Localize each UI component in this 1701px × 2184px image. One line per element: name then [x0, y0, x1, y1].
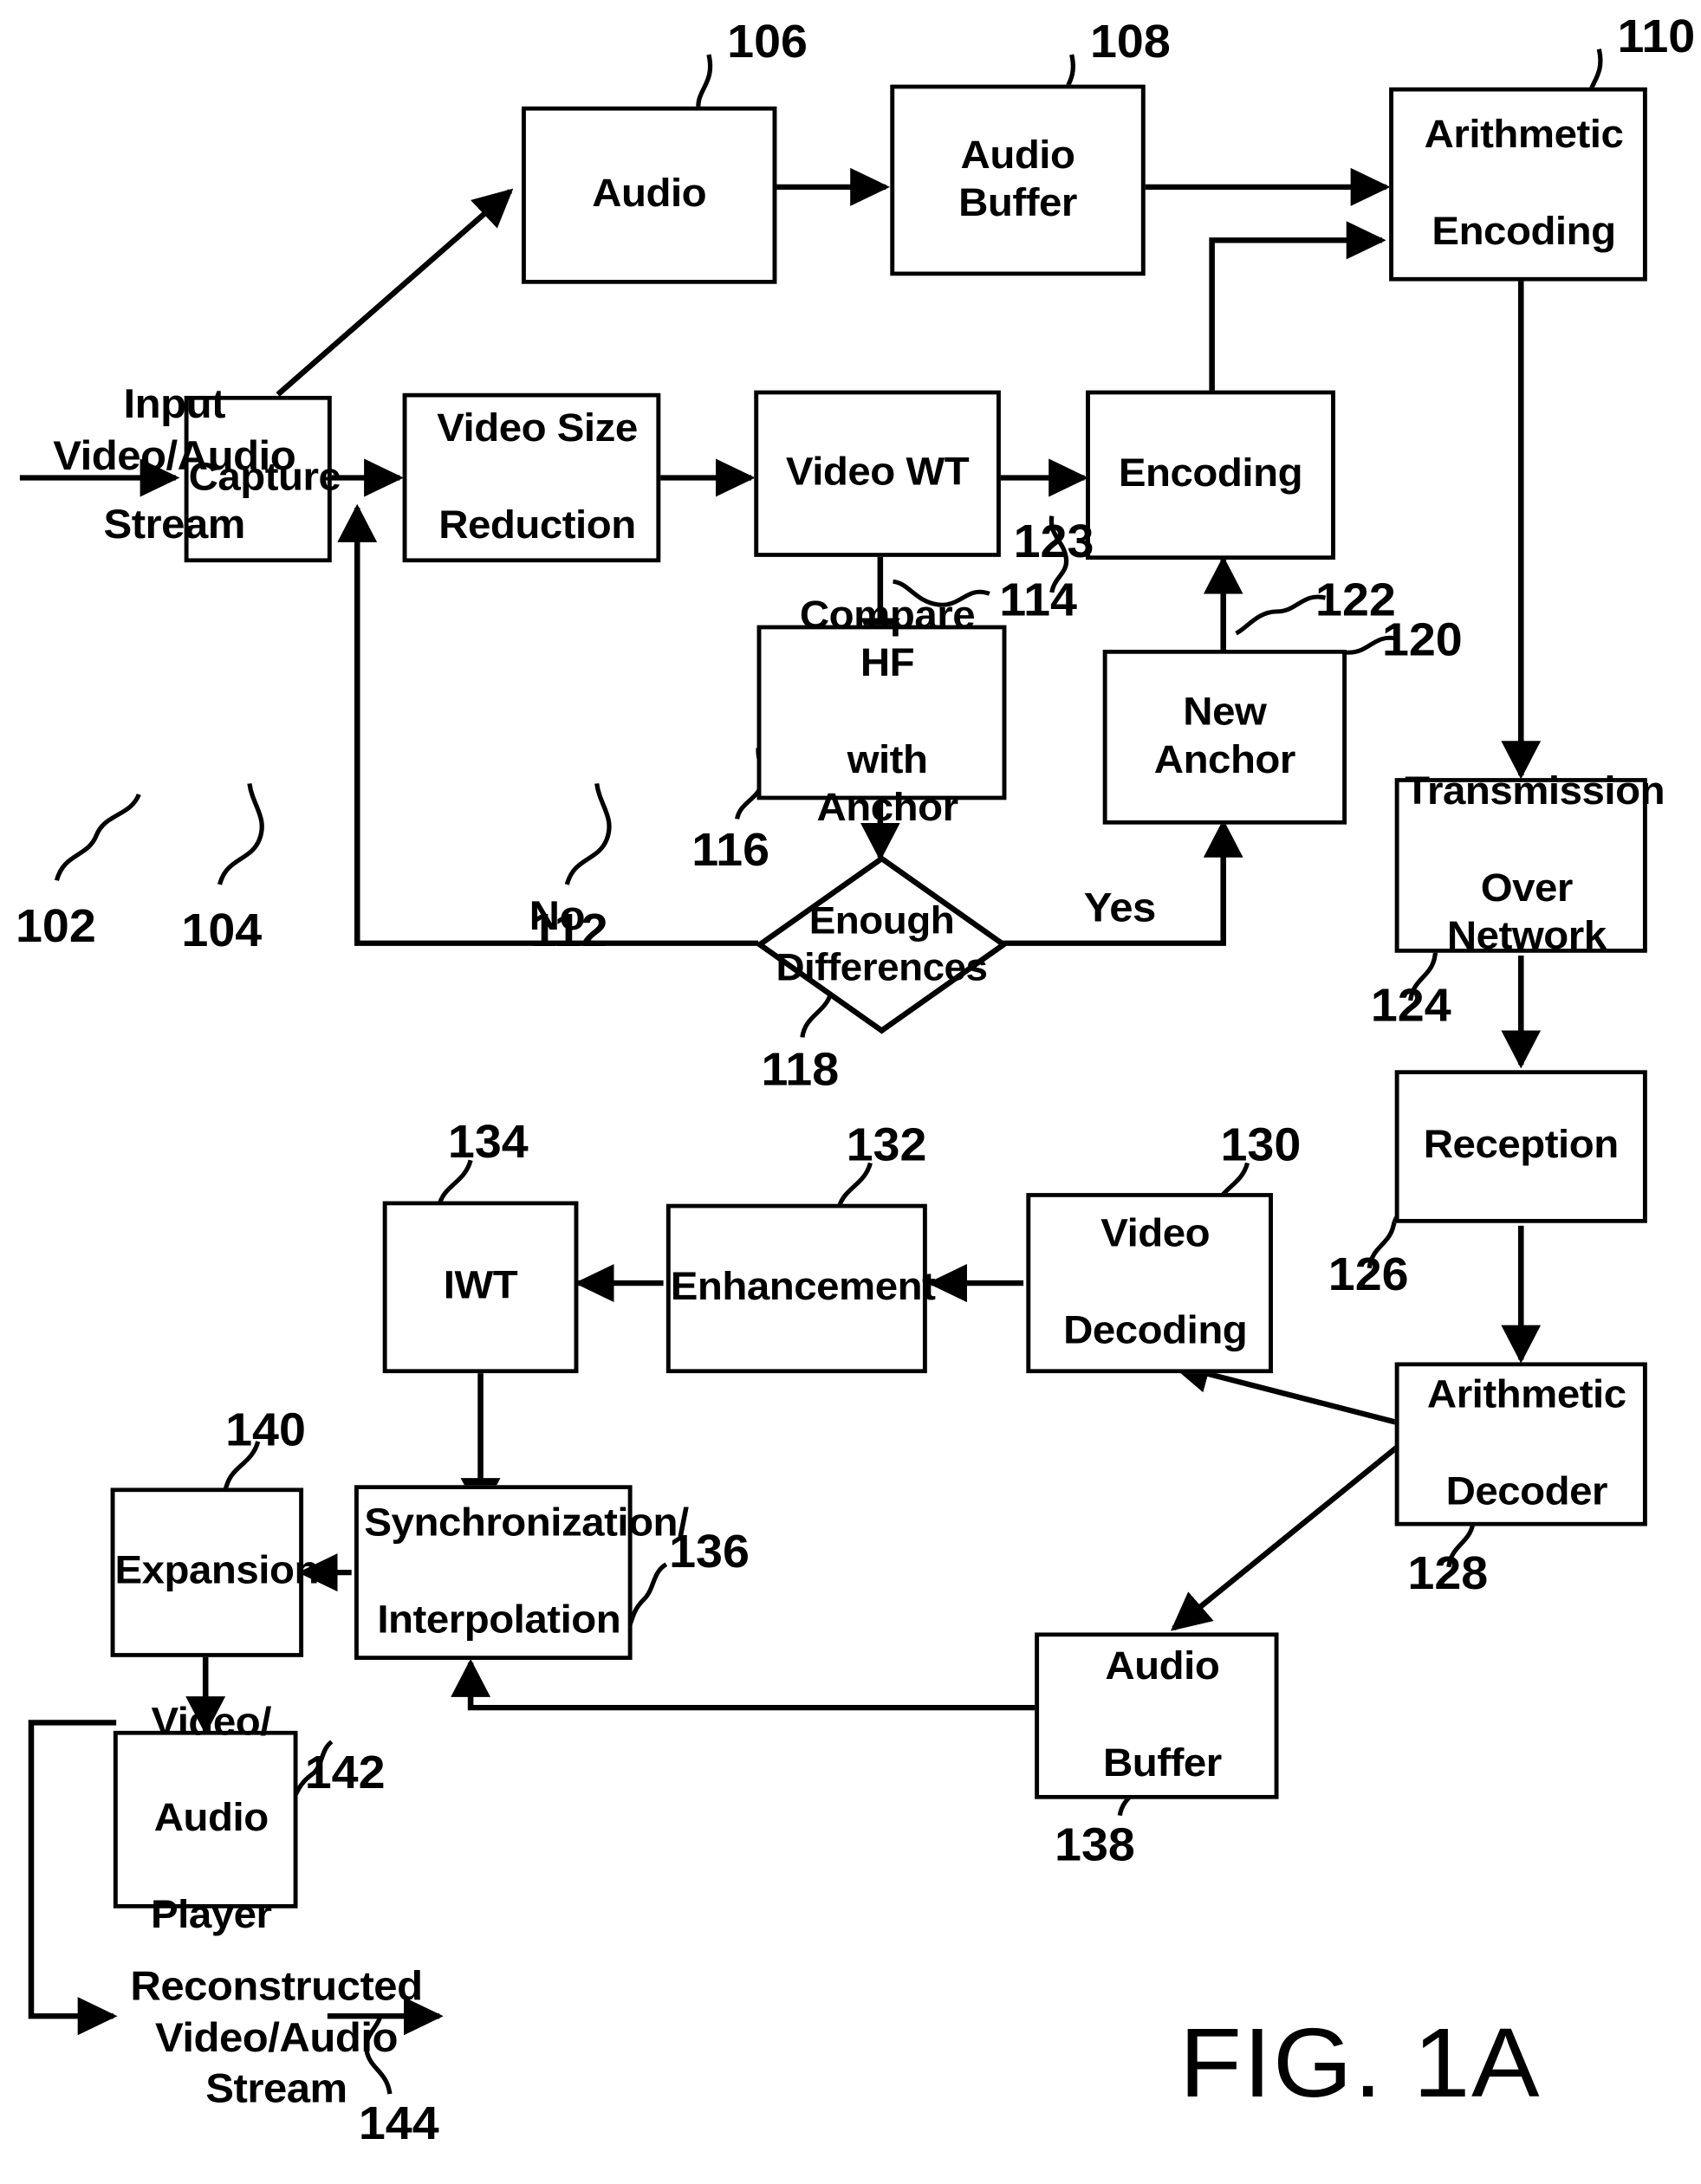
edge-audiobuffer2-to-sync [451, 1658, 1036, 1711]
ref-123: 123 [1013, 515, 1094, 568]
ref-122: 122 [1315, 574, 1396, 627]
ref-138: 138 [1055, 1819, 1135, 1872]
ref-118: 118 [761, 1044, 840, 1097]
block-enhancement-label: Enhancement [670, 1266, 936, 1310]
block-iwt[interactable]: IWT [382, 1201, 579, 1374]
ref-116: 116 [691, 824, 770, 877]
block-video-audio-player-label: Video/ Audio Player [150, 1700, 272, 1937]
edge-decision-no-to-capture [337, 503, 759, 946]
block-video-decoding-label: Video Decoding [1063, 1212, 1248, 1352]
figure-canvas: Audio Audio Buffer Arithmetic Encoding C… [0, 0, 1701, 2184]
ref-132: 132 [846, 1119, 927, 1171]
ref-102: 102 [15, 900, 96, 953]
block-iwt-label: IWT [443, 1264, 518, 1308]
block-video-size-reduction[interactable]: Video Size Reduction [402, 392, 661, 563]
block-synchronization-interpolation[interactable]: Synchronization/ Interpolation [354, 1485, 689, 1660]
ref-108: 108 [1089, 16, 1171, 68]
block-arithmetic-decoder-label: Arithmetic Decoder [1426, 1372, 1626, 1513]
decision-enough-differences[interactable]: Enough Differences [755, 854, 1009, 1034]
edge-arithdec-to-audiobuffer2 [1170, 1428, 1419, 1631]
block-video-wt[interactable]: Video WT [754, 390, 1001, 557]
output-stream-line2: Video/Audio [154, 2015, 398, 2061]
block-arithmetic-encoding-label: Arithmetic Encoding [1424, 113, 1624, 254]
output-stream-line1: Reconstructed [130, 1964, 423, 2010]
block-audio-buffer-2[interactable]: Audio Buffer [1035, 1632, 1279, 1799]
edge-encoding-to-arithenc [1209, 221, 1386, 395]
edge-arithdec-to-videodec [1170, 1355, 1419, 1431]
block-reception-label: Reception [1423, 1124, 1619, 1168]
block-new-anchor-label: New Anchor [1153, 690, 1296, 782]
leader-102 [54, 793, 141, 882]
ref-140: 140 [225, 1404, 306, 1457]
leader-112 [564, 783, 612, 885]
ref-126: 126 [1328, 1248, 1409, 1301]
block-audio-buffer-label: Audio Buffer [958, 133, 1077, 225]
block-arithmetic-decoder[interactable]: Arithmetic Decoder [1394, 1362, 1647, 1526]
ref-136: 136 [669, 1526, 750, 1578]
block-synchronization-interpolation-label: Synchronization/ Interpolation [364, 1501, 689, 1642]
block-audio-buffer[interactable]: Audio Buffer [890, 84, 1146, 276]
block-compare-hf[interactable]: Compare HF with Anchor [756, 593, 1007, 830]
block-audio-label: Audio [592, 172, 707, 217]
block-expansion-label: Expansion [114, 1549, 320, 1594]
input-stream-line2: Video/Audio [53, 433, 296, 479]
block-encoding-label: Encoding [1118, 452, 1303, 496]
decision-label-line1: Enough [808, 899, 955, 943]
ref-134: 134 [447, 1116, 529, 1169]
block-reception[interactable]: Reception [1394, 1070, 1647, 1223]
ref-104: 104 [181, 904, 263, 957]
ref-130: 130 [1220, 1119, 1302, 1171]
block-compare-hf-label: Compare HF with Anchor [799, 593, 976, 831]
decision-yes-label: Yes [1083, 885, 1157, 931]
ref-128: 128 [1407, 1547, 1489, 1600]
block-new-anchor[interactable]: New Anchor [1102, 649, 1347, 825]
block-encoding[interactable]: Encoding [1086, 390, 1335, 561]
ref-106: 106 [727, 16, 808, 68]
input-stream-label: Input Video/Audio [25, 379, 323, 482]
output-stream-line3: Stream [205, 2066, 347, 2112]
leader-122 [1235, 594, 1327, 636]
figure-label: FIG. 1A [1179, 2009, 1542, 2119]
decision-label: Enough Differences [756, 854, 1008, 1034]
block-arithmetic-encoding[interactable]: Arithmetic Encoding [1389, 87, 1647, 282]
ref-142: 142 [304, 1747, 386, 1799]
block-enhancement[interactable]: Enhancement [665, 1203, 936, 1374]
block-video-decoding[interactable]: Video Decoding [1026, 1193, 1273, 1374]
block-audio[interactable]: Audio [521, 106, 777, 284]
block-video-size-reduction-label: Video Size Reduction [437, 406, 638, 548]
ref-114: 114 [999, 574, 1078, 627]
ref-112: 112 [529, 904, 608, 957]
block-transmission-over-network-label: Transmission Over Network [1405, 770, 1665, 959]
output-stream-label: Reconstructed Video/Audio Stream [114, 1961, 439, 2115]
block-transmission-over-network[interactable]: Transmission Over Network [1394, 770, 1665, 959]
ref-110: 110 [1617, 10, 1696, 63]
input-stream-label-line3: Stream [103, 502, 245, 548]
edge-capture-to-audio [276, 188, 514, 397]
edge-player-to-output [28, 1720, 118, 2036]
ref-144: 144 [358, 2097, 439, 2150]
input-stream-line1: Input [123, 382, 225, 428]
block-video-audio-player[interactable]: Video/ Audio Player [113, 1701, 298, 1937]
leader-104 [217, 783, 264, 885]
decision-label-line2: Differences [776, 945, 988, 988]
block-expansion[interactable]: Expansion [110, 1487, 320, 1657]
block-video-wt-label: Video WT [785, 450, 970, 495]
block-audio-buffer-2-label: Audio Buffer [1103, 1644, 1222, 1785]
ref-124: 124 [1370, 980, 1451, 1033]
